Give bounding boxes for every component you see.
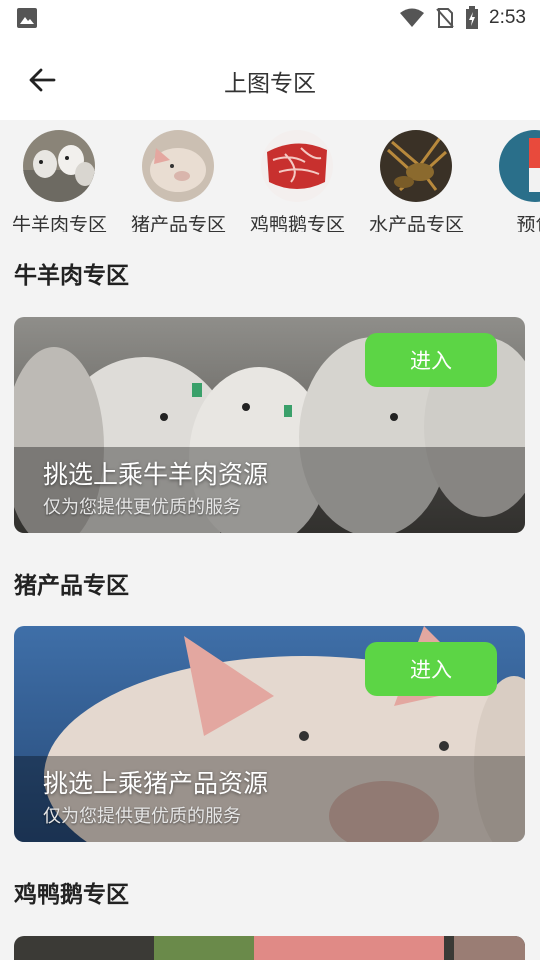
category-label: 预包 [516, 214, 540, 232]
wifi-icon [400, 8, 425, 27]
zone-card-beef-lamb[interactable]: 进入 挑选上乘牛羊肉资源 仅为您提供更优质的服务 [14, 317, 525, 533]
status-bar: 2:53 [0, 0, 540, 36]
category-item-poultry[interactable]: 鸡鸭鹅专区 [238, 130, 357, 232]
category-label: 水产品专区 [368, 214, 464, 232]
app-bar: 上图专区 [0, 36, 540, 120]
section-title-beef-lamb: 牛羊肉专区 [14, 263, 129, 289]
category-image-packaged [499, 130, 540, 202]
section-title-poultry: 鸡鸭鹅专区 [14, 882, 129, 908]
image-icon [17, 8, 37, 28]
card-title: 挑选上乘猪产品资源 [43, 769, 269, 798]
status-time: 2:53 [489, 7, 526, 28]
page-title: 上图专区 [224, 71, 316, 97]
category-label: 鸡鸭鹅专区 [249, 214, 345, 232]
category-label: 牛羊肉专区 [11, 214, 107, 232]
enter-button[interactable]: 进入 [365, 642, 497, 696]
category-label: 猪产品专区 [130, 214, 226, 232]
category-item-packaged[interactable]: 预包 [476, 130, 540, 232]
card-subtitle: 仅为您提供更优质的服务 [43, 497, 241, 518]
category-item-seafood[interactable]: 水产品专区 [357, 130, 476, 232]
category-image-lobster [380, 130, 452, 202]
section-title-pork: 猪产品专区 [14, 573, 129, 599]
category-strip[interactable]: 牛羊肉专区 猪产品专区 鸡鸭鹅专区 水产品专区 预 [0, 120, 540, 232]
enter-button[interactable]: 进入 [365, 333, 497, 387]
card-subtitle: 仅为您提供更优质的服务 [43, 806, 241, 827]
card-title: 挑选上乘牛羊肉资源 [43, 460, 269, 489]
zone-card-poultry[interactable] [14, 936, 525, 960]
zone-card-pork[interactable]: 进入 挑选上乘猪产品资源 仅为您提供更优质的服务 [14, 626, 525, 842]
category-item-pig[interactable]: 猪产品专区 [119, 130, 238, 232]
category-image-pig [142, 130, 214, 202]
category-image-cattle [23, 130, 95, 202]
card-image-poultry [14, 936, 525, 960]
category-item-cattle[interactable]: 牛羊肉专区 [0, 130, 119, 232]
category-image-meat [261, 130, 333, 202]
no-sim-icon [436, 8, 454, 28]
battery-charging-icon [466, 6, 479, 29]
